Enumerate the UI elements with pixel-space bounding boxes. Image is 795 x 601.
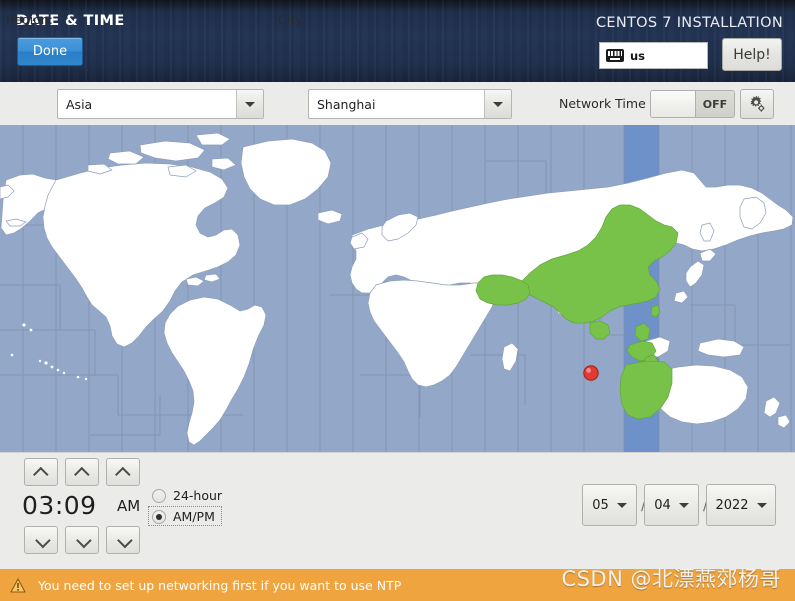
- minutes-value: 09: [63, 491, 97, 520]
- city-value: Shanghai: [317, 96, 376, 112]
- chevron-up-icon: [114, 466, 131, 482]
- chevron-down-icon: [616, 502, 627, 508]
- day-dropdown[interactable]: 04: [644, 484, 699, 526]
- chevron-down-icon: [756, 502, 767, 508]
- radio-icon-selected: [152, 509, 166, 524]
- warning-message: You need to set up networking first if y…: [38, 577, 402, 593]
- keyboard-layout-indicator[interactable]: us: [599, 42, 708, 69]
- month-value: 05: [592, 497, 609, 513]
- minute-up-button[interactable]: [65, 458, 99, 486]
- keyboard-icon: [606, 49, 624, 62]
- format-24hour-radio[interactable]: 24-hour: [152, 488, 222, 503]
- network-time-state: OFF: [696, 91, 734, 117]
- meridiem-down-button[interactable]: [106, 526, 140, 554]
- month-dropdown[interactable]: 05: [582, 484, 637, 526]
- city-label: City:: [278, 12, 306, 27]
- radio-icon: [152, 488, 166, 503]
- warning-bar: You need to set up networking first if y…: [0, 569, 795, 601]
- region-label: Region:: [6, 12, 54, 27]
- network-time-toggle[interactable]: OFF: [650, 90, 735, 118]
- done-button[interactable]: Done: [17, 37, 83, 66]
- year-dropdown[interactable]: 2022: [706, 484, 776, 526]
- chevron-down-icon: [678, 502, 689, 508]
- network-time-label: Network Time: [559, 96, 646, 111]
- city-combobox[interactable]: Shanghai: [308, 89, 512, 119]
- time-display: 03:09: [22, 491, 97, 520]
- toggle-knob: [651, 91, 696, 117]
- time-separator: :: [54, 491, 64, 520]
- warning-triangle-icon: [10, 577, 26, 593]
- format-ampm-label: AM/PM: [173, 509, 215, 524]
- format-ampm-radio[interactable]: AM/PM: [152, 509, 215, 524]
- chevron-down-icon: [245, 101, 255, 107]
- chevron-up-icon: [32, 466, 49, 482]
- product-title: CENTOS 7 INSTALLATION: [595, 15, 783, 31]
- chevron-down-icon: [34, 532, 51, 548]
- world-map[interactable]: [0, 125, 795, 452]
- region-combobox[interactable]: Asia: [57, 89, 264, 119]
- meridiem-value: AM: [117, 497, 141, 515]
- chevron-down-icon: [493, 101, 503, 107]
- timezone-map[interactable]: [0, 125, 795, 452]
- gear-icon: [750, 96, 764, 112]
- help-button[interactable]: Help!: [722, 38, 782, 71]
- date-time-spoke: DATE & TIME Done CENTOS 7 INSTALLATION u…: [0, 0, 795, 601]
- year-value: 2022: [715, 497, 749, 513]
- minute-down-button[interactable]: [65, 526, 99, 554]
- region-value: Asia: [66, 96, 93, 112]
- hour-down-button[interactable]: [24, 526, 58, 554]
- meridiem-up-button[interactable]: [106, 458, 140, 486]
- ntp-settings-button[interactable]: [740, 89, 774, 119]
- chevron-down-icon: [75, 532, 92, 548]
- window-header: DATE & TIME Done CENTOS 7 INSTALLATION u…: [0, 0, 795, 82]
- chevron-up-icon: [73, 466, 90, 482]
- hour-up-button[interactable]: [24, 458, 58, 486]
- chevron-down-icon: [116, 532, 133, 548]
- region-dropdown-arrow[interactable]: [236, 90, 263, 118]
- keyboard-layout-label: us: [630, 48, 646, 63]
- hours-value: 03: [22, 491, 55, 520]
- day-value: 04: [654, 497, 671, 513]
- format-24hour-label: 24-hour: [173, 488, 223, 503]
- city-dropdown-arrow[interactable]: [484, 90, 511, 118]
